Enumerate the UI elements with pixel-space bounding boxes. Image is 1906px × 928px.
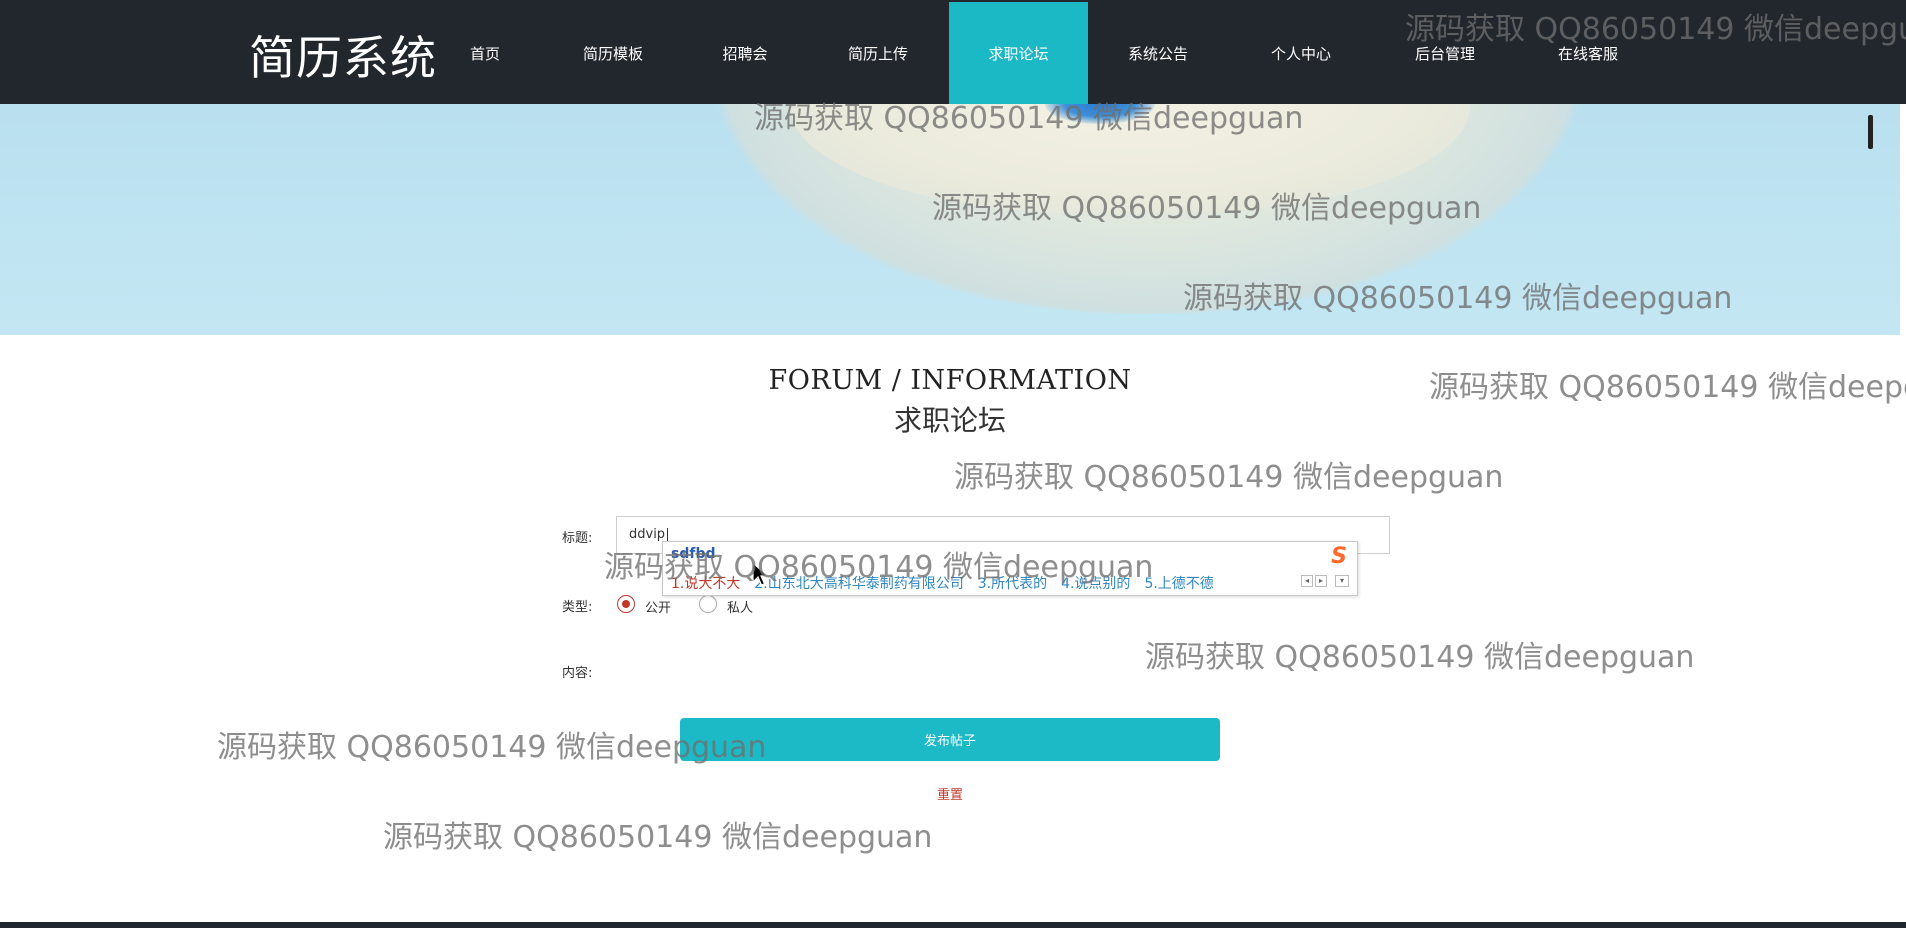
nav-item-resume-templates[interactable]: 简历模板 bbox=[568, 2, 658, 104]
section-title-en: FORUM / INFORMATION bbox=[768, 365, 1132, 396]
ime-candidate[interactable]: 4.说点别的 bbox=[1061, 576, 1130, 592]
reset-label[interactable]: 重置 bbox=[937, 788, 963, 803]
section-title-cn: 求职论坛 bbox=[893, 404, 1006, 437]
type-label: 类型: bbox=[562, 600, 593, 615]
top-navbar: 简历系统 首页 简历模板 招聘会 简历上传 求职论坛 系统公告 个人中心 后台管… bbox=[0, 0, 1906, 104]
ime-next-icon[interactable]: ▸ bbox=[1315, 575, 1327, 587]
nav-item-resume-upload[interactable]: 简历上传 bbox=[832, 2, 924, 104]
title-label: 标题: bbox=[562, 531, 593, 546]
mouse-cursor-icon bbox=[752, 562, 770, 586]
radio-private[interactable] bbox=[699, 595, 717, 613]
ime-page-nav: ◂ ▸ bbox=[1301, 575, 1327, 587]
ime-menu-icon[interactable]: ▾ bbox=[1335, 575, 1349, 587]
ime-logo-icon: S bbox=[1331, 543, 1347, 569]
title-input-value: ddvip bbox=[629, 527, 666, 542]
radio-public[interactable] bbox=[617, 595, 635, 613]
watermark: 源码获取 QQ86050149 微信deepguan bbox=[1145, 640, 1695, 675]
ime-candidate[interactable]: 3.所代表的 bbox=[978, 576, 1047, 592]
ime-pinyin: sdfbd bbox=[671, 546, 716, 562]
radio-public-label[interactable]: 公开 bbox=[645, 597, 671, 616]
nav-item-admin[interactable]: 后台管理 bbox=[1399, 2, 1491, 104]
watermark: 源码获取 QQ86050149 微信deepguan bbox=[954, 460, 1504, 495]
watermark: 源码获取 QQ86050149 微信deepguan bbox=[383, 820, 933, 855]
content-label: 内容: bbox=[562, 666, 593, 681]
reset-button: 重置 bbox=[0, 784, 1900, 803]
scroll-indicator[interactable] bbox=[1868, 115, 1873, 149]
nav-item-online-service[interactable]: 在线客服 bbox=[1542, 2, 1634, 104]
ime-prev-icon[interactable]: ◂ bbox=[1301, 575, 1313, 587]
ime-candidate[interactable]: 2.山东北大高科华泰制药有限公司 bbox=[754, 576, 963, 592]
nav-item-job-fair[interactable]: 招聘会 bbox=[700, 2, 790, 104]
site-logo[interactable]: 简历系统 bbox=[249, 22, 437, 88]
text-caret bbox=[667, 527, 669, 542]
publish-post-button[interactable]: 发布帖子 bbox=[680, 718, 1220, 761]
nav-item-home[interactable]: 首页 bbox=[450, 2, 520, 104]
footer-bar bbox=[0, 922, 1906, 928]
nav-item-announcements[interactable]: 系统公告 bbox=[1112, 2, 1204, 104]
ime-candidate[interactable]: 5.上德不德 bbox=[1144, 576, 1213, 592]
nav-item-profile[interactable]: 个人中心 bbox=[1255, 2, 1347, 104]
nav-item-forum[interactable]: 求职论坛 bbox=[949, 2, 1088, 104]
ime-candidate[interactable]: 1.说大不大 bbox=[671, 576, 740, 592]
radio-private-label[interactable]: 私人 bbox=[727, 597, 753, 616]
banner-image bbox=[0, 104, 1900, 335]
